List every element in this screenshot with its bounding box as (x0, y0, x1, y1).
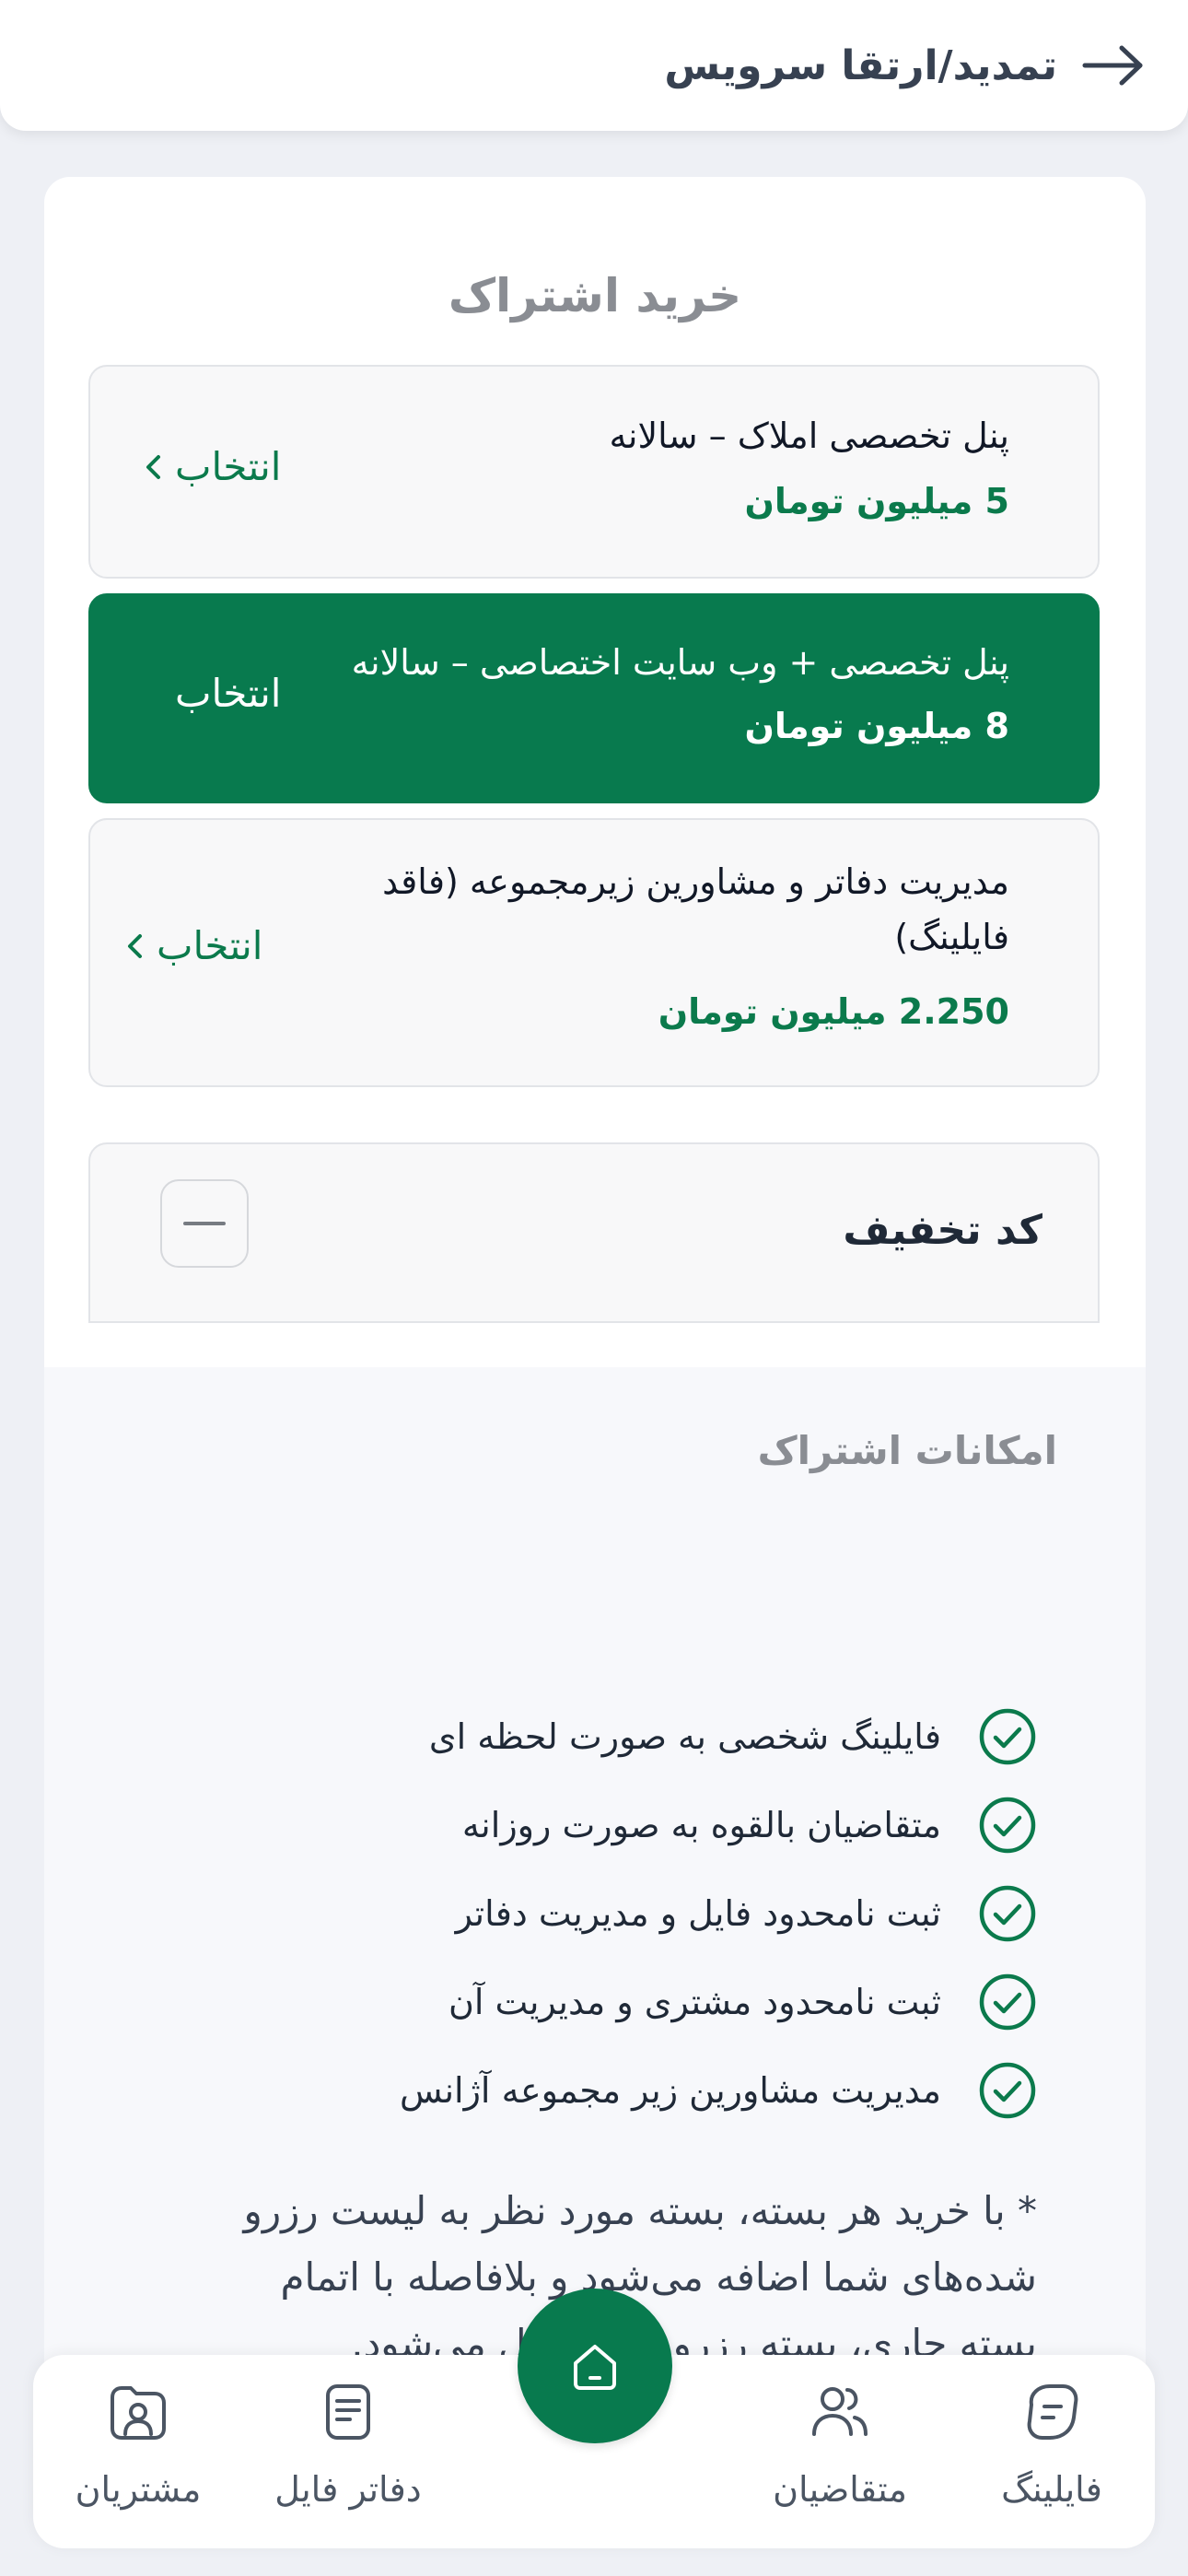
select-label: انتخاب (175, 444, 282, 489)
features-section: امکانات اشتراک فایلینگ شخصی به صورت لحظه… (44, 1367, 1146, 2406)
nav-label: دفاتر فایل (274, 2469, 422, 2510)
note-line-1: * با خرید هر بسته، بسته مورد نظر به لیست… (243, 2188, 1037, 2233)
feature-item: مدیریت مشاورین زیر مجموعه آژانس (400, 2058, 1037, 2123)
plan-name-line-1: مدیریت دفاتر و مشاورین زیرمجموعه (فاقد (382, 861, 1009, 902)
minus-icon (183, 1222, 226, 1225)
nav-label: فایلینگ (1001, 2469, 1102, 2510)
chevron-left-icon (146, 454, 160, 479)
feature-text: متقاضیان بالقوه به صورت روزانه (461, 1805, 941, 1845)
plan-select-button[interactable]: انتخاب (175, 671, 281, 716)
feature-text: ثبت نامحدود فایل و مدیریت دفاتر (455, 1893, 941, 1934)
sticker-note-icon (1027, 2384, 1078, 2440)
nav-applicants[interactable]: متقاضیان (748, 2379, 932, 2510)
check-circle-icon (979, 1708, 1036, 1765)
plan-card-3[interactable]: مدیریت دفاتر و مشاورین زیرمجموعه (فاقد ف… (88, 818, 1100, 1087)
plan-price: 8 میلیون تومان (744, 706, 1009, 746)
plan-name: پنل تخصصی املاک – سالانه (609, 416, 1009, 456)
subscription-card: خرید اشتراک پنل تخصصی املاک – سالانه 5 م… (44, 177, 1146, 2406)
plan-select-button[interactable]: انتخاب (144, 444, 281, 489)
nav-file-offices[interactable]: دفاتر فایل (256, 2379, 440, 2510)
feature-text: ثبت نامحدود مشتری و مدیریت آن (448, 1982, 941, 2022)
feature-item: ثبت نامحدود فایل و مدیریت دفاتر (456, 1881, 1037, 1946)
features-title: امکانات اشتراک (757, 1428, 1057, 1473)
discount-label: کد تخفیف (843, 1207, 1042, 1254)
check-circle-icon (979, 2062, 1036, 2119)
plan-name: پنل تخصصی + وب سایت اختصاصی – سالانه (351, 642, 1009, 683)
user-folder-icon (111, 2386, 166, 2440)
feature-item: ثبت نامحدود مشتری و مدیریت آن (448, 1970, 1037, 2034)
back-arrow-icon[interactable] (1081, 42, 1146, 88)
nav-label: مشتریان (75, 2469, 202, 2510)
nav-filing[interactable]: فایلینگ (960, 2379, 1144, 2510)
select-label: انتخاب (175, 671, 282, 716)
plan-price: 5 میلیون تومان (744, 481, 1009, 521)
plan-card-2[interactable]: پنل تخصصی + وب سایت اختصاصی – سالانه 8 م… (88, 593, 1100, 803)
users-icon (812, 2387, 868, 2436)
check-circle-icon (979, 1973, 1036, 2031)
feature-text: مدیریت مشاورین زیر مجموعه آژانس (400, 2070, 941, 2111)
feature-text: فایلینگ شخصی به صورت لحظه ای (428, 1716, 941, 1757)
plan-price: 2.250 میلیون تومان (658, 991, 1009, 1032)
home-button[interactable] (518, 2289, 672, 2443)
feature-item: متقاضیان بالقوه به صورت روزانه (462, 1793, 1037, 1857)
document-icon (326, 2384, 370, 2440)
nav-customers[interactable]: مشتریان (46, 2379, 230, 2510)
check-circle-icon (979, 1797, 1036, 1854)
page-title: تمدید/ارتقا سرویس (664, 41, 1057, 89)
check-circle-icon (979, 1885, 1036, 1942)
plan-name-line-2: فایلینگ) (894, 917, 1009, 957)
select-label: انتخاب (157, 923, 263, 968)
collapse-button[interactable] (160, 1179, 249, 1268)
discount-section: کد تخفیف (88, 1142, 1100, 1323)
feature-item: فایلینگ شخصی به صورت لحظه ای (429, 1704, 1037, 1769)
plan-card-1[interactable]: پنل تخصصی املاک – سالانه 5 میلیون تومان … (88, 365, 1100, 579)
chevron-left-icon (128, 933, 142, 958)
top-bar: تمدید/ارتقا سرویس (0, 0, 1188, 131)
plan-select-button[interactable]: انتخاب (125, 923, 262, 968)
subscription-title: خرید اشتراک (448, 269, 742, 322)
nav-label: متقاضیان (773, 2469, 907, 2510)
home-icon (574, 2345, 616, 2390)
